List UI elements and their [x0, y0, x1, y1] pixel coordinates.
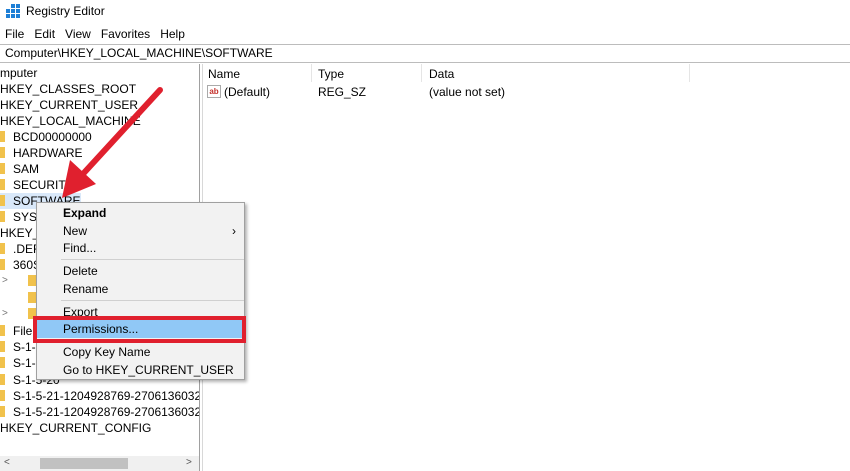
highlight-box: [33, 316, 246, 343]
menu-item-goto-hkcu[interactable]: Go to HKEY_CURRENT_USER: [37, 361, 244, 379]
menu-item-label: New: [63, 224, 88, 238]
menu-item-copy-key-name[interactable]: Copy Key Name: [37, 343, 244, 361]
menu-item-delete[interactable]: Delete: [37, 262, 244, 280]
menu-separator: [61, 259, 244, 260]
menu-item-rename[interactable]: Rename: [37, 280, 244, 298]
menu-item-expand[interactable]: Expand: [37, 204, 244, 222]
menu-separator: [61, 300, 244, 301]
context-menu: Expand New › Find... Delete Rename Export…: [36, 202, 245, 380]
menu-item-find[interactable]: Find...: [37, 239, 244, 257]
menu-item-new[interactable]: New ›: [37, 222, 244, 240]
chevron-right-icon: ›: [232, 224, 236, 238]
